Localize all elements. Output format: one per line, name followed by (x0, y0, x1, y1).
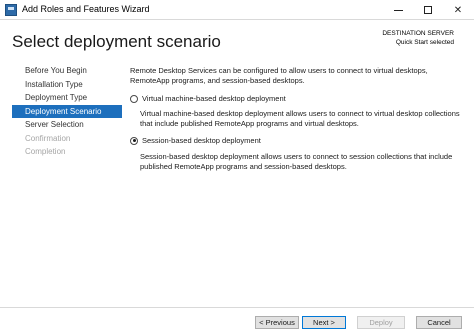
session-based-description: Session-based desktop deployment allows … (140, 152, 453, 171)
nav-item-deployment-type[interactable]: Deployment Type (12, 91, 122, 105)
nav-item-confirmation: Confirmation (25, 133, 71, 143)
vm-based-description: Virtual machine-based desktop deployment… (140, 109, 460, 128)
nav-item-deployment-scenario[interactable]: Deployment Scenario (12, 104, 122, 118)
minimize-button[interactable] (383, 0, 413, 20)
previous-button[interactable]: < Previous (255, 316, 299, 329)
minimize-icon (393, 9, 403, 11)
vm-based-deployment-option[interactable]: Virtual machine-based desktop deployment (130, 94, 286, 103)
window-title: Add Roles and Features Wizard (22, 4, 150, 14)
title-bar: Add Roles and Features Wizard ✕ (0, 0, 474, 20)
session-based-deployment-option[interactable]: Session-based desktop deployment (130, 136, 261, 145)
nav-item-installation-type[interactable]: Installation Type (12, 78, 122, 92)
session-based-label: Session-based desktop deployment (142, 136, 261, 145)
maximize-button[interactable] (413, 0, 443, 20)
maximize-icon (424, 6, 432, 14)
nav-item-server-selection[interactable]: Server Selection (12, 118, 122, 132)
destination-server-value: Quick Start selected (395, 39, 454, 46)
nav-item-completion: Completion (25, 147, 66, 156)
vm-based-radio[interactable] (130, 94, 138, 103)
wizard-header: Select deployment scenario DESTINATION S… (0, 20, 474, 64)
close-button[interactable]: ✕ (443, 0, 473, 20)
intro-text: Remote Desktop Services can be configure… (130, 66, 428, 85)
cancel-button[interactable]: Cancel (416, 316, 462, 329)
nav-item-before-you-begin[interactable]: Before You Begin (12, 64, 122, 78)
wizard-footer: < Previous Next > Deploy Cancel (0, 307, 474, 333)
next-button[interactable]: Next > (302, 316, 346, 329)
close-icon: ✕ (453, 4, 463, 16)
deploy-button: Deploy (357, 316, 405, 329)
page-title: Select deployment scenario (12, 32, 221, 51)
wizard-nav: Before You Begin Installation Type Deplo… (12, 64, 122, 159)
destination-server-label: DESTINATION SERVER (382, 30, 454, 37)
server-manager-icon (5, 4, 17, 16)
vm-based-label: Virtual machine-based desktop deployment (142, 94, 286, 103)
session-based-radio[interactable] (130, 136, 138, 145)
